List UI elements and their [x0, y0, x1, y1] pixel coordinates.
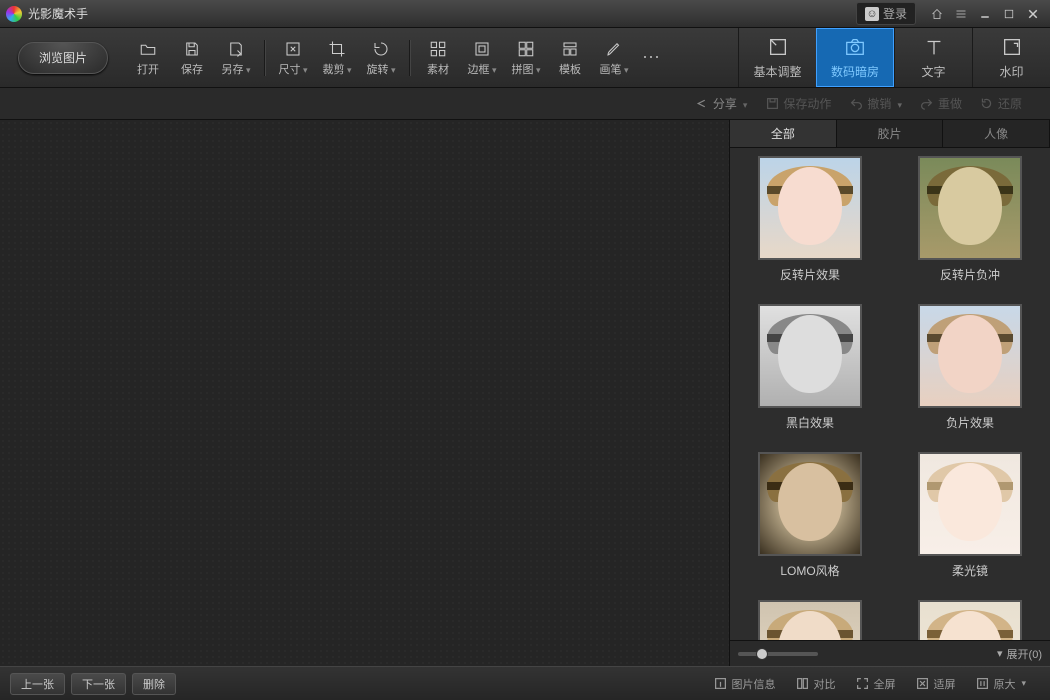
tab-basic-adjust[interactable]: 基本调整	[738, 28, 816, 87]
crop-icon	[327, 39, 347, 59]
filter-thumb	[758, 304, 862, 408]
crop-button[interactable]: 裁剪	[315, 39, 359, 77]
redo-icon	[920, 97, 934, 111]
size-button[interactable]: 尺寸	[271, 39, 315, 77]
grid-icon	[428, 39, 448, 59]
panel-footer: ▾展开(0)	[730, 640, 1050, 666]
face-icon	[865, 7, 879, 21]
border-button[interactable]: 边框	[460, 39, 504, 77]
filter-thumb	[758, 156, 862, 260]
filter-extra-1[interactable]	[745, 600, 875, 640]
fit-screen-button[interactable]: 适屏	[915, 676, 955, 692]
more-button[interactable]: ⋯	[636, 47, 666, 68]
compare-button[interactable]: 对比	[795, 676, 835, 692]
prev-image-button[interactable]: 上一张	[10, 673, 65, 695]
next-image-button[interactable]: 下一张	[71, 673, 126, 695]
filter-thumb	[758, 600, 862, 640]
close-icon[interactable]	[1022, 5, 1044, 23]
undo-button[interactable]: 撤销	[849, 95, 902, 112]
undo-icon	[849, 97, 863, 111]
maximize-icon[interactable]	[998, 5, 1020, 23]
tab-watermark[interactable]: 水印	[972, 28, 1050, 87]
open-button[interactable]: 打开	[126, 39, 170, 77]
revert-icon	[980, 97, 994, 111]
filter-grid: 反转片效果 反转片负冲 黑白效果 负片效果 LOMO风格 柔光镜	[730, 148, 1050, 640]
filter-extra-2[interactable]	[905, 600, 1035, 640]
main-toolbar: 浏览图片 打开 保存 另存 尺寸 裁剪 旋转 素材 边框 拼图 模板 画笔 ⋯ …	[0, 28, 1050, 88]
delete-button[interactable]: 删除	[132, 673, 176, 695]
fullscreen-button[interactable]: 全屏	[855, 676, 895, 692]
browse-button[interactable]: 浏览图片	[18, 42, 108, 74]
collage-button[interactable]: 拼图	[504, 39, 548, 77]
original-size-button[interactable]: 原大▾	[975, 676, 1026, 692]
intensity-slider[interactable]	[738, 652, 818, 656]
workspace: 全部 胶片 人像 反转片效果 反转片负冲 黑白效果 负片效果 LOMO风格 柔光…	[0, 120, 1050, 666]
tab-text[interactable]: 文字	[894, 28, 972, 87]
app-icon	[6, 6, 22, 22]
watermark-icon	[1001, 36, 1023, 61]
filter-thumb	[918, 452, 1022, 556]
folder-open-icon	[138, 39, 158, 59]
filter-lomo[interactable]: LOMO风格	[745, 452, 875, 600]
text-icon	[923, 36, 945, 61]
filter-cross-process[interactable]: 反转片负冲	[905, 156, 1035, 304]
filter-tab-portrait[interactable]: 人像	[943, 120, 1050, 147]
fit-icon	[915, 677, 929, 691]
chevron-down-icon: ▾	[997, 647, 1003, 660]
minimize-icon[interactable]	[974, 5, 996, 23]
original-icon	[975, 677, 989, 691]
collage-icon	[516, 39, 536, 59]
rotate-button[interactable]: 旋转	[359, 39, 403, 77]
filter-black-white[interactable]: 黑白效果	[745, 304, 875, 452]
share-icon	[695, 97, 709, 111]
canvas-area[interactable]	[0, 120, 730, 666]
template-button[interactable]: 模板	[548, 39, 592, 77]
filter-soft-light[interactable]: 柔光镜	[905, 452, 1035, 600]
filter-negative[interactable]: 负片效果	[905, 304, 1035, 452]
login-button[interactable]: 登录	[856, 2, 916, 25]
template-icon	[560, 39, 580, 59]
image-info-button[interactable]: 图片信息	[713, 676, 775, 692]
expand-button[interactable]: ▾展开(0)	[997, 646, 1042, 662]
home-icon[interactable]	[926, 5, 948, 23]
brush-button[interactable]: 画笔	[592, 39, 636, 77]
share-button[interactable]: 分享	[695, 95, 748, 112]
info-icon	[713, 677, 727, 691]
filter-tab-all[interactable]: 全部	[730, 120, 837, 147]
filter-tab-film[interactable]: 胶片	[837, 120, 944, 147]
border-icon	[472, 39, 492, 59]
camera-icon	[844, 36, 866, 61]
filter-reversal[interactable]: 反转片效果	[745, 156, 875, 304]
filter-thumb	[758, 452, 862, 556]
chevron-down-icon: ▾	[1021, 678, 1026, 689]
resize-icon	[283, 39, 303, 59]
status-bar: 上一张 下一张 删除 图片信息 对比 全屏 适屏 原大▾	[0, 666, 1050, 700]
rotate-icon	[371, 39, 391, 59]
filter-thumb	[918, 600, 1022, 640]
save-button[interactable]: 保存	[170, 39, 214, 77]
sub-toolbar: 分享 保存动作 撤销 重做 还原	[0, 88, 1050, 120]
save-action-icon	[765, 97, 779, 111]
app-title: 光影魔术手	[28, 5, 88, 22]
settings-icon[interactable]	[950, 5, 972, 23]
saveas-button[interactable]: 另存	[214, 39, 258, 77]
filter-thumb	[918, 156, 1022, 260]
effects-panel: 全部 胶片 人像 反转片效果 反转片负冲 黑白效果 负片效果 LOMO风格 柔光…	[730, 120, 1050, 666]
slider-knob[interactable]	[756, 648, 768, 660]
tab-digital-darkroom[interactable]: 数码暗房	[816, 28, 894, 87]
fullscreen-icon	[855, 677, 869, 691]
login-label: 登录	[883, 5, 907, 22]
brush-icon	[604, 39, 624, 59]
adjust-icon	[767, 36, 789, 61]
compare-icon	[795, 677, 809, 691]
save-action-button[interactable]: 保存动作	[765, 95, 831, 112]
title-bar: 光影魔术手 登录	[0, 0, 1050, 28]
revert-button[interactable]: 还原	[980, 95, 1022, 112]
redo-button[interactable]: 重做	[920, 95, 962, 112]
saveas-icon	[226, 39, 246, 59]
save-icon	[182, 39, 202, 59]
material-button[interactable]: 素材	[416, 39, 460, 77]
filter-thumb	[918, 304, 1022, 408]
